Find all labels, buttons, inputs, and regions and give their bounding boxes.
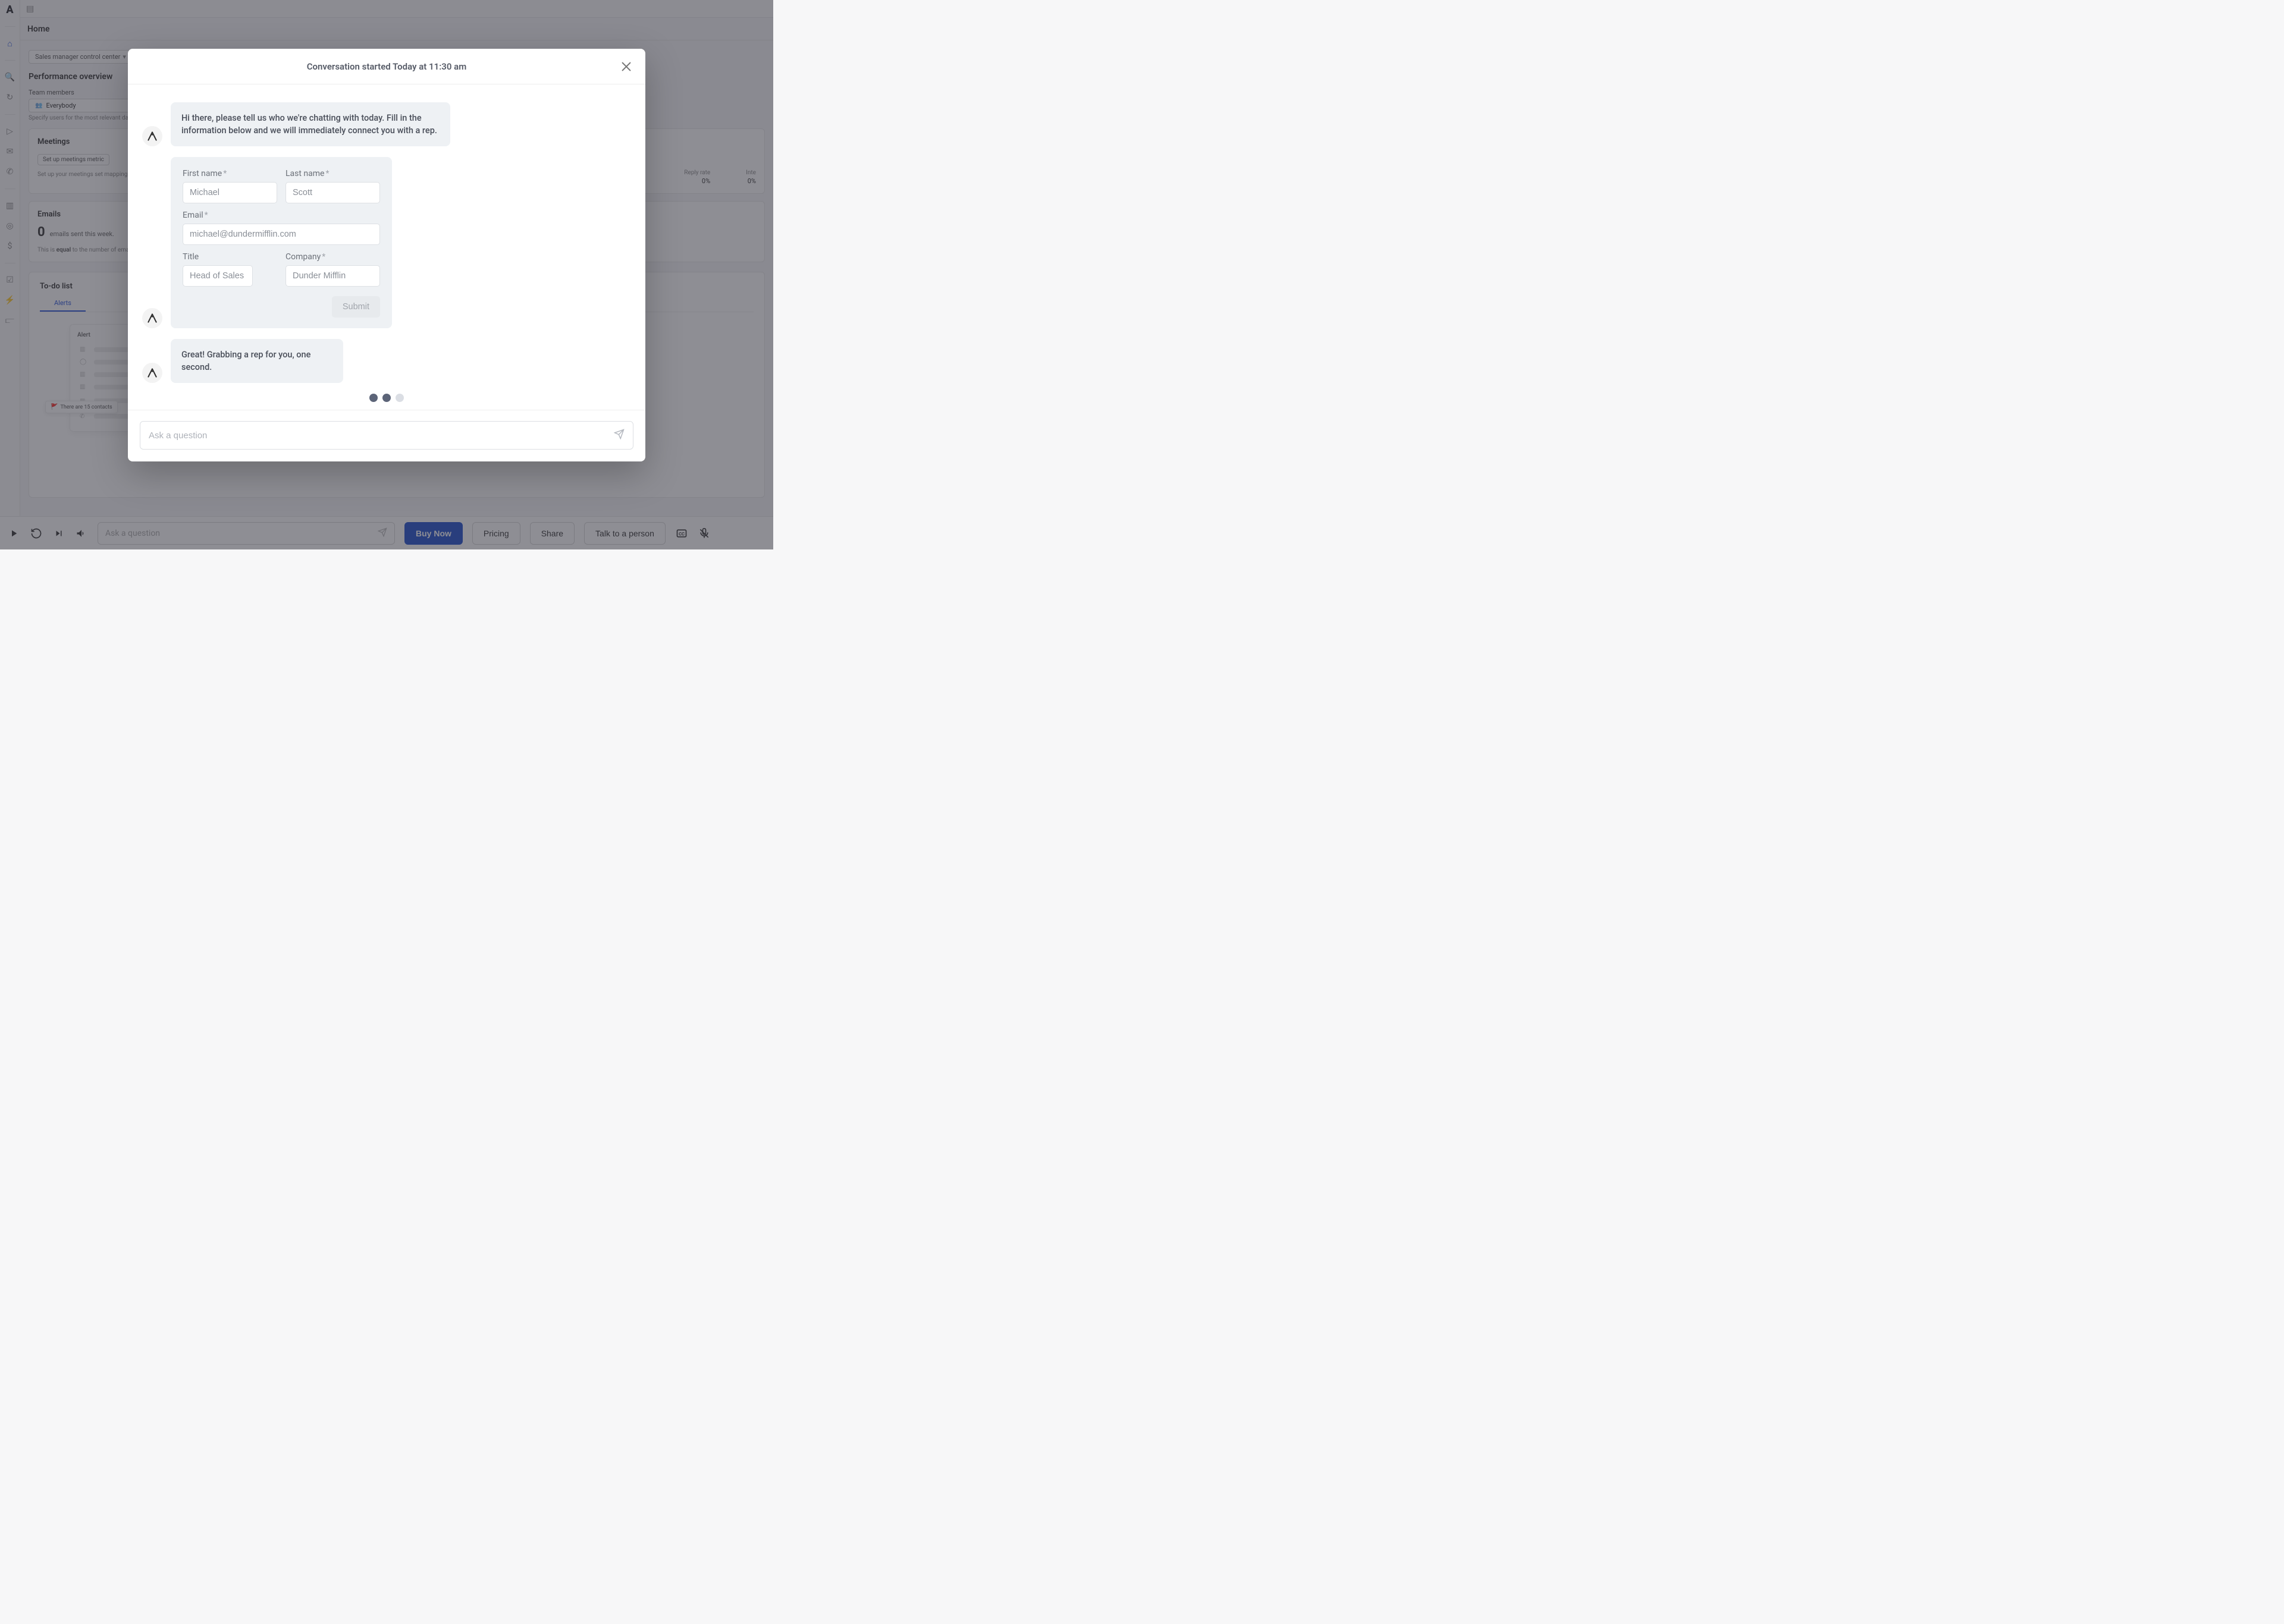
bot-avatar-icon xyxy=(142,126,162,146)
first-name-label: First name* xyxy=(183,169,277,178)
last-name-label: Last name* xyxy=(286,169,380,178)
modal-body: Hi there, please tell us who we're chatt… xyxy=(128,84,645,410)
last-name-field[interactable] xyxy=(286,182,380,203)
close-icon[interactable] xyxy=(617,57,636,76)
bot-avatar-icon xyxy=(142,363,162,383)
bot-message-2: Great! Grabbing a rep for you, one secon… xyxy=(171,339,343,383)
bot-avatar-icon xyxy=(142,308,162,328)
modal-ask-input[interactable] xyxy=(149,431,614,441)
modal-ask-input-wrap xyxy=(140,421,633,450)
chat-modal: Conversation started Today at 11:30 am H… xyxy=(128,49,645,461)
modal-send-icon[interactable] xyxy=(614,429,625,442)
company-field[interactable] xyxy=(286,265,380,287)
modal-footer xyxy=(128,410,645,461)
lead-form: First name* Last name* Email* Title xyxy=(171,157,392,328)
first-name-field[interactable] xyxy=(183,182,277,203)
modal-header: Conversation started Today at 11:30 am xyxy=(128,49,645,84)
typing-indicator xyxy=(142,394,631,402)
bot-message-1: Hi there, please tell us who we're chatt… xyxy=(171,102,450,146)
email-field[interactable] xyxy=(183,224,380,245)
company-label: Company* xyxy=(286,252,380,262)
modal-title: Conversation started Today at 11:30 am xyxy=(307,61,467,72)
title-label: Title xyxy=(183,252,277,262)
email-label: Email* xyxy=(183,211,380,220)
title-field[interactable] xyxy=(183,265,253,287)
submit-button[interactable]: Submit xyxy=(332,296,380,318)
